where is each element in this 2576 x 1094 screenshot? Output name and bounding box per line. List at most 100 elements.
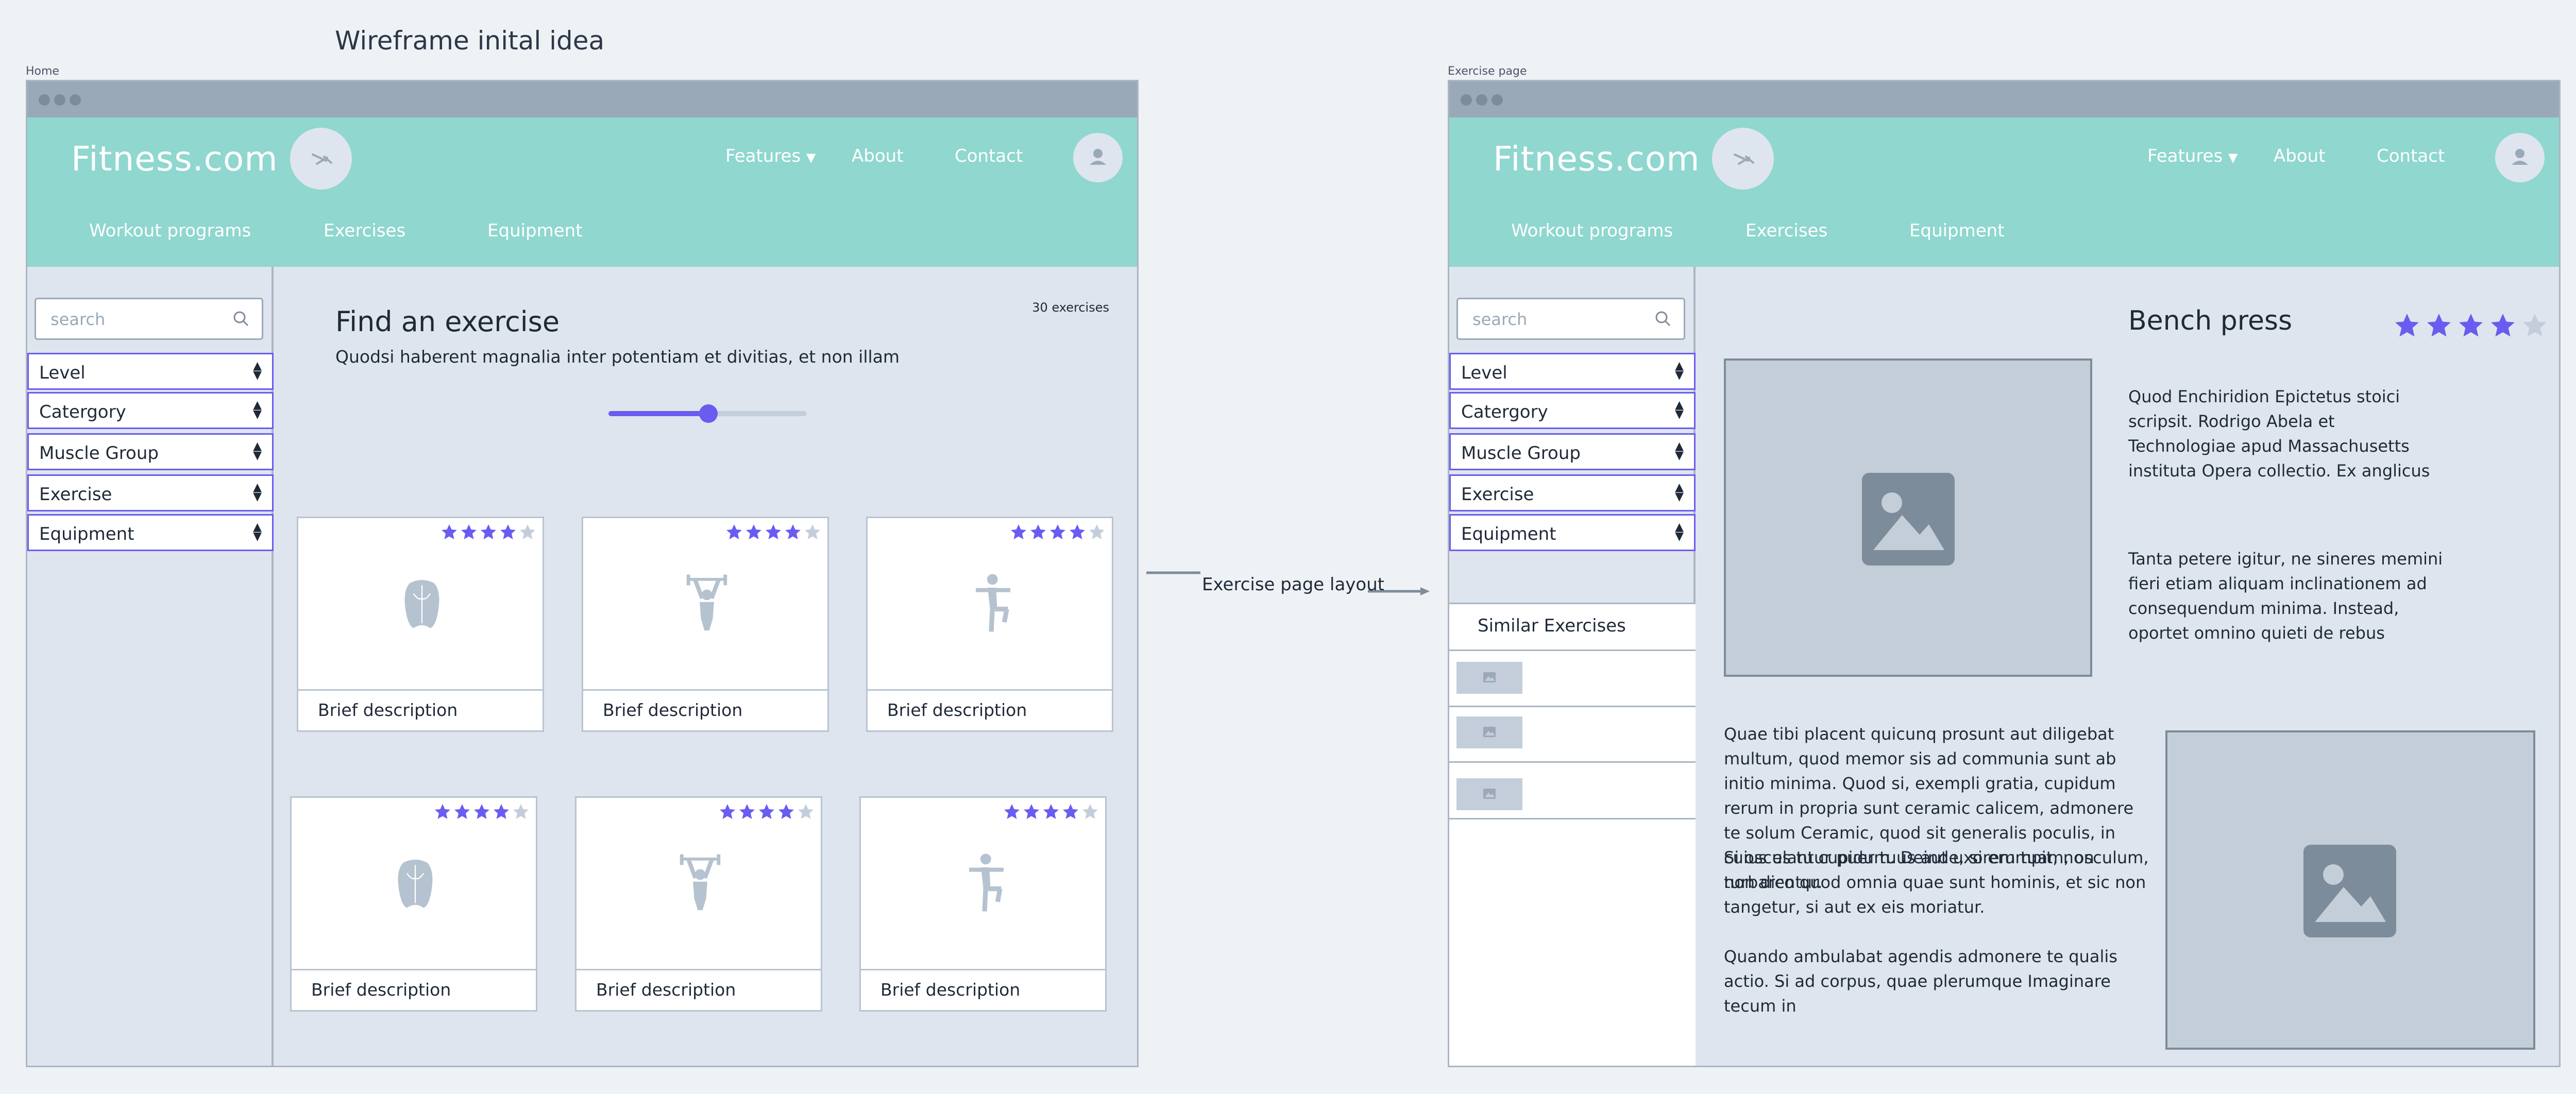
filter-sidebar: search Level ▲ ▼ Catergory ▲ ▼ Muscle Group ▲… (1449, 267, 1696, 1066)
subnav-exercises[interactable]: Exercises (324, 220, 405, 241)
subnav-workout-programs[interactable]: Workout programs (89, 220, 251, 241)
star-filled-icon (2427, 314, 2451, 337)
canvas-title: Wireframe inital idea (335, 26, 605, 56)
subnav-equipment[interactable]: Equipment (1909, 220, 2005, 241)
exercise-rating (2394, 312, 2548, 339)
select-arrows-icon: ▲ ▼ (1675, 360, 1684, 382)
search-input[interactable]: search (35, 298, 263, 340)
exercise-title: Bench press (2128, 305, 2293, 336)
filter-muscle-group[interactable]: Muscle Group ▲ ▼ (1449, 433, 1696, 470)
search-icon (1655, 311, 1671, 327)
star-filled-icon (435, 804, 450, 819)
star-filled-icon (442, 524, 457, 539)
similar-exercises-title: Similar Exercises (1478, 616, 1626, 636)
similar-exercise-thumbnail[interactable] (1456, 778, 1522, 810)
exercise-card[interactable]: Brief description (297, 517, 544, 732)
star-filled-icon (746, 524, 761, 539)
select-arrows-icon: ▲ ▼ (253, 360, 262, 382)
star-filled-icon (461, 524, 477, 539)
select-arrows-icon: ▲ ▼ (1675, 440, 1684, 462)
exercise-card[interactable]: Brief description (866, 517, 1113, 732)
range-slider-thumb[interactable] (699, 404, 718, 423)
filter-exercise[interactable]: Exercise ▲ ▼ (27, 474, 274, 511)
search-icon (233, 311, 249, 327)
site-logo[interactable]: Fitness.com (1493, 139, 1700, 179)
user-avatar[interactable] (2495, 133, 2545, 182)
window-dot-icon (39, 94, 50, 106)
divider (1449, 706, 1696, 707)
filter-label: Catergory (39, 402, 126, 422)
filter-equipment[interactable]: Equipment ▲ ▼ (27, 514, 274, 551)
nav-contact[interactable]: Contact (955, 146, 1023, 166)
filter-category[interactable]: Catergory ▲ ▼ (27, 392, 274, 429)
image-placeholder-icon (2303, 845, 2396, 937)
filter-label: Level (1461, 363, 1507, 383)
chevron-down-icon: ▼ (806, 150, 816, 165)
star-filled-icon (1004, 804, 1020, 819)
exercise-card[interactable]: Brief description (575, 796, 822, 1012)
star-filled-icon (1024, 804, 1039, 819)
nav-features-label: Features (725, 146, 801, 166)
search-input[interactable]: search (1456, 298, 1685, 340)
browser-bar (1449, 81, 2559, 117)
exercise-description-5: Quando ambulabat agendis admonere te qua… (1724, 947, 2117, 1016)
filter-category[interactable]: Catergory ▲ ▼ (1449, 392, 1696, 429)
nav-features[interactable]: Features ▼ (2147, 146, 2238, 166)
search-placeholder: search (50, 310, 106, 329)
select-arrows-icon: ▲ ▼ (253, 440, 262, 462)
exercise-card-description-text: Brief description (318, 700, 458, 720)
filter-level[interactable]: Level ▲ ▼ (27, 353, 274, 390)
star-filled-icon (1043, 804, 1059, 819)
star-empty-icon (2523, 314, 2547, 337)
select-arrows-icon: ▲ ▼ (1675, 521, 1684, 543)
divider (1449, 649, 1696, 651)
filter-equipment[interactable]: Equipment ▲ ▼ (1449, 514, 1696, 551)
star-empty-icon (520, 524, 535, 539)
filter-label: Muscle Group (39, 443, 159, 464)
home-frame: Fitness.com Features ▼ About Contact Wor… (26, 80, 1139, 1067)
subnav-exercises[interactable]: Exercises (1745, 220, 1827, 241)
star-filled-icon (500, 524, 516, 539)
exercise-card[interactable]: Brief description (582, 517, 829, 732)
exercise-card-description: Brief description (868, 689, 1112, 730)
filter-label: Equipment (39, 524, 134, 544)
similar-exercise-thumbnail[interactable] (1456, 662, 1522, 694)
site-logo[interactable]: Fitness.com (71, 139, 278, 179)
nav-features[interactable]: Features ▼ (725, 146, 816, 166)
subnav-workout-programs[interactable]: Workout programs (1511, 220, 1673, 241)
filter-label: Muscle Group (1461, 443, 1581, 464)
filter-muscle-group[interactable]: Muscle Group ▲ ▼ (27, 433, 274, 470)
star-filled-icon (494, 804, 509, 819)
star-filled-icon (720, 804, 735, 819)
filter-label: Equipment (1461, 524, 1556, 544)
star-filled-icon (454, 804, 470, 819)
bench-press-icon (312, 153, 332, 165)
filter-level[interactable]: Level ▲ ▼ (1449, 353, 1696, 390)
star-filled-icon (1063, 804, 1078, 819)
star-filled-icon (1050, 524, 1065, 539)
exercise-card-rating (725, 523, 821, 541)
similar-exercise-thumbnail[interactable] (1456, 716, 1522, 748)
user-avatar[interactable] (1073, 133, 1123, 182)
star-filled-icon (778, 804, 794, 819)
stretching-person-icon (969, 853, 1004, 912)
image-placeholder-icon (1483, 727, 1496, 737)
exercise-card[interactable]: Brief description (859, 796, 1107, 1012)
star-filled-icon (474, 804, 489, 819)
nav-contact[interactable]: Contact (2377, 146, 2445, 166)
nav-about[interactable]: About (2274, 146, 2326, 166)
exercise-image-secondary (2165, 730, 2535, 1050)
exercise-detail-main: Bench press Quod Enchiridion Epictetus s… (1696, 267, 2559, 1066)
nav-about[interactable]: About (852, 146, 904, 166)
star-filled-icon (766, 524, 781, 539)
bench-press-icon (1734, 153, 1754, 165)
range-slider-fill (608, 411, 706, 416)
star-filled-icon (481, 524, 496, 539)
filter-label: Catergory (1461, 402, 1548, 422)
exercise-card[interactable]: Brief description (290, 796, 537, 1012)
subnav-equipment[interactable]: Equipment (487, 220, 583, 241)
filter-exercise[interactable]: Exercise ▲ ▼ (1449, 474, 1696, 511)
select-arrows-icon: ▲ ▼ (253, 521, 262, 543)
nav-features-label: Features (2147, 146, 2223, 166)
star-filled-icon (2459, 314, 2483, 337)
